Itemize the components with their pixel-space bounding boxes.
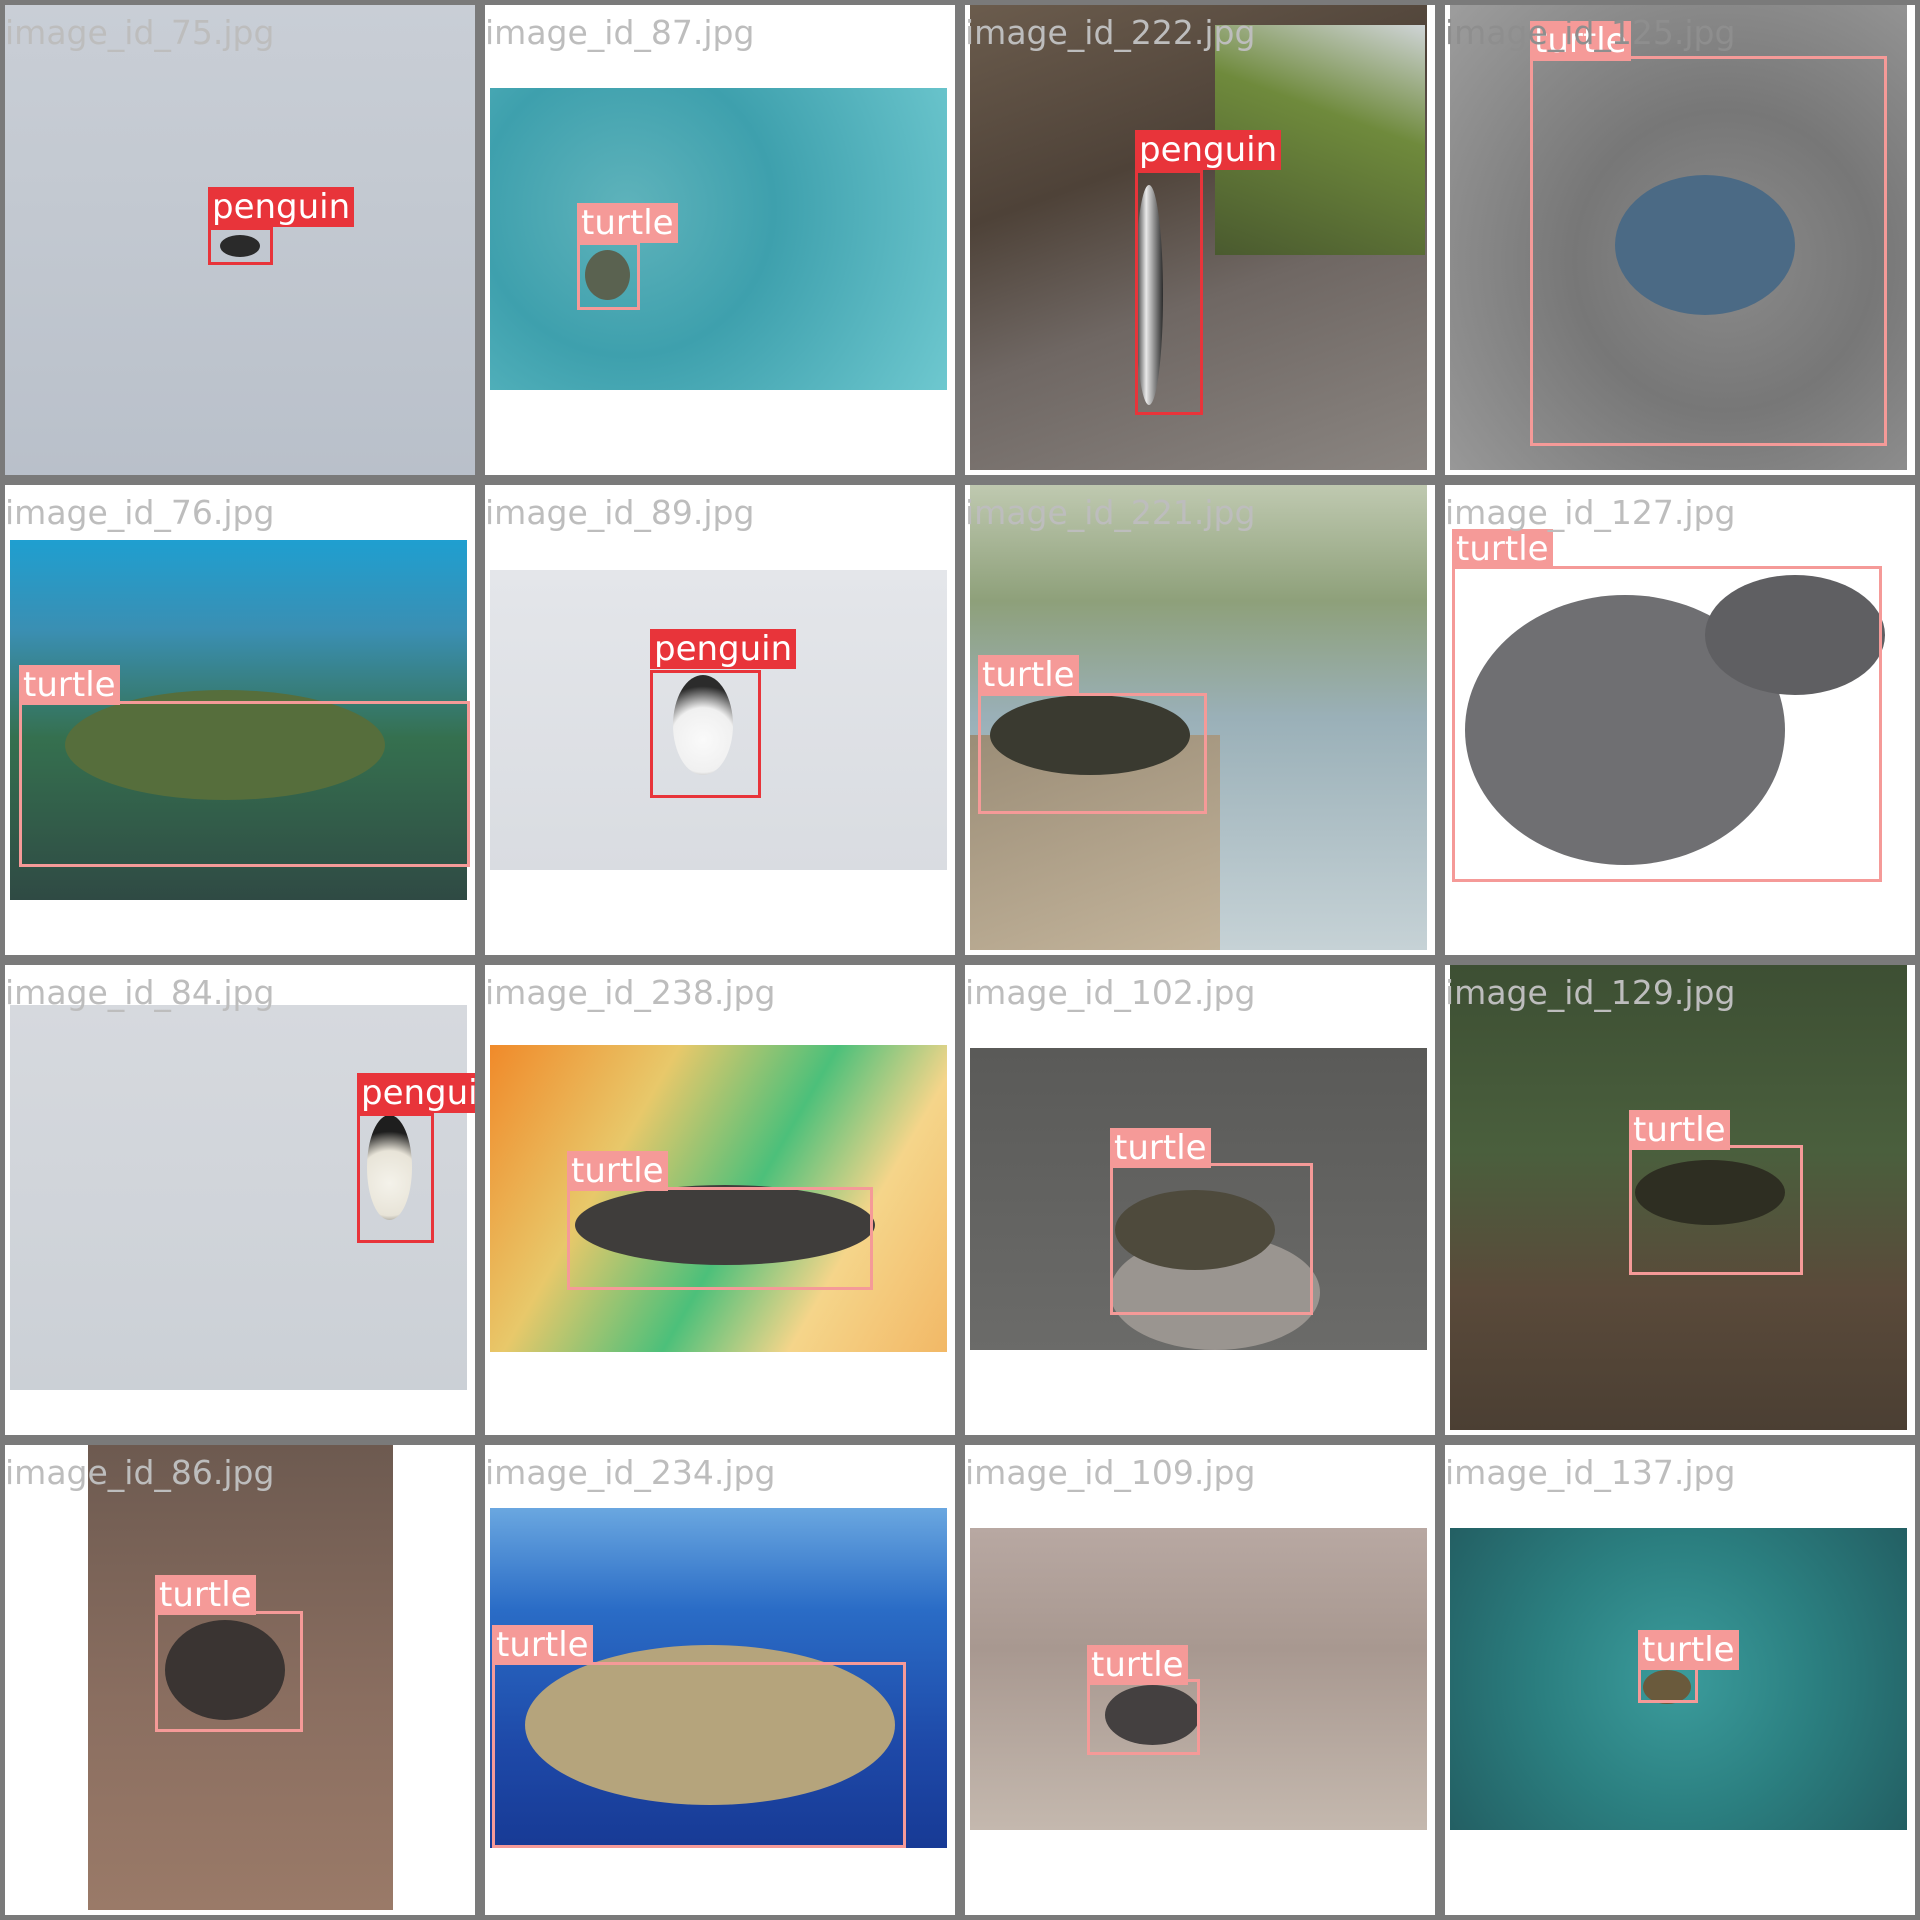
tile-image-238: image_id_238.jpg turtle: [485, 965, 955, 1435]
filename-label: image_id_87.jpg: [485, 13, 755, 52]
class-label: turtle: [978, 655, 1079, 695]
filename-label: image_id_89.jpg: [485, 493, 755, 532]
filename-label: image_id_84.jpg: [5, 973, 275, 1012]
filename-label: image_id_127.jpg: [1445, 493, 1736, 532]
tile-image-84: image_id_84.jpg penguin: [5, 965, 475, 1435]
class-label: penguin: [357, 1073, 475, 1113]
class-label: turtle: [577, 203, 678, 243]
filename-label: image_id_109.jpg: [965, 1453, 1256, 1492]
filename-label: image_id_129.jpg: [1445, 973, 1736, 1012]
tile-image-127: image_id_127.jpg turtle: [1445, 485, 1915, 955]
bounding-box: [492, 1662, 906, 1848]
tile-image-222: image_id_222.jpg penguin: [965, 5, 1435, 475]
class-label: penguin: [650, 629, 797, 669]
tile-image-89: image_id_89.jpg penguin: [485, 485, 955, 955]
filename-label: image_id_234.jpg: [485, 1453, 776, 1492]
tile-image-129: image_id_129.jpg turtle: [1445, 965, 1915, 1435]
filename-label: image_id_137.jpg: [1445, 1453, 1736, 1492]
filename-label: image_id_86.jpg: [5, 1453, 275, 1492]
filename-label: image_id_238.jpg: [485, 973, 776, 1012]
class-label: turtle: [1629, 1110, 1730, 1150]
class-label: turtle: [19, 665, 120, 705]
tile-image-75: image_id_75.jpg penguin: [5, 5, 475, 475]
tile-image-76: image_id_76.jpg turtle: [5, 485, 475, 955]
class-label: penguin: [1135, 130, 1282, 170]
filename-label: image_id_76.jpg: [5, 493, 275, 532]
bounding-box: [567, 1187, 873, 1290]
bounding-box: [1629, 1145, 1803, 1275]
bounding-box: [19, 701, 470, 867]
bounding-box: [208, 227, 273, 265]
tile-image-221: image_id_221.jpg turtle: [965, 485, 1435, 955]
class-label: turtle: [1110, 1128, 1211, 1168]
class-label: turtle: [1452, 529, 1553, 569]
class-label: turtle: [1087, 1645, 1188, 1685]
bounding-box: [1110, 1163, 1313, 1315]
bounding-box: [1638, 1665, 1698, 1703]
bounding-box: [357, 1113, 434, 1243]
tile-image-125: image_id_125.jpg turtle: [1445, 5, 1915, 475]
tile-image-102: image_id_102.jpg turtle: [965, 965, 1435, 1435]
filename-label: image_id_125.jpg: [1445, 13, 1736, 52]
bounding-box: [577, 242, 640, 310]
filename-label: image_id_102.jpg: [965, 973, 1256, 1012]
class-label: turtle: [567, 1151, 668, 1191]
bounding-box: [155, 1611, 303, 1732]
class-label: turtle: [1638, 1630, 1739, 1670]
tile-image-87: image_id_87.jpg turtle: [485, 5, 955, 475]
photo-shallow-water: [490, 88, 947, 390]
class-label: penguin: [208, 187, 355, 227]
tile-image-109: image_id_109.jpg turtle: [965, 1445, 1435, 1915]
bounding-box: [1087, 1679, 1200, 1755]
filename-label: image_id_221.jpg: [965, 493, 1256, 532]
tile-image-86: image_id_86.jpg turtle: [5, 1445, 475, 1915]
bounding-box: [1530, 56, 1887, 446]
bounding-box: [650, 670, 761, 798]
filename-label: image_id_222.jpg: [965, 13, 1256, 52]
bounding-box: [978, 693, 1207, 814]
class-label: turtle: [155, 1575, 256, 1615]
filename-label: image_id_75.jpg: [5, 13, 275, 52]
class-label: turtle: [492, 1625, 593, 1665]
tile-image-234: image_id_234.jpg turtle: [485, 1445, 955, 1915]
bounding-box: [1135, 170, 1203, 415]
bounding-box: [1452, 566, 1882, 882]
tile-image-137: image_id_137.jpg turtle: [1445, 1445, 1915, 1915]
